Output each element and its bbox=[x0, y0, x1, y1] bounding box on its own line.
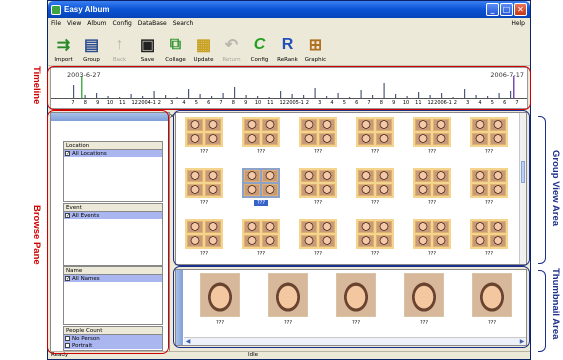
return-arrow-icon: ↶ bbox=[224, 37, 239, 54]
rerank-r-icon: R bbox=[281, 36, 294, 53]
minimize-button[interactable]: _ bbox=[486, 3, 499, 16]
app-icon bbox=[51, 4, 61, 15]
collage-icon: ⧉ bbox=[169, 36, 182, 53]
floppy-disk-icon: ▣ bbox=[139, 37, 156, 54]
config-button[interactable]: C Config bbox=[247, 36, 272, 63]
config-label: Config bbox=[250, 57, 269, 63]
menu-file[interactable]: File bbox=[51, 20, 61, 27]
import-label: Import bbox=[54, 57, 73, 63]
menu-help[interactable]: Help bbox=[511, 20, 525, 27]
timeline-annotation: Timeline bbox=[31, 66, 42, 105]
menu-view[interactable]: View bbox=[67, 20, 81, 27]
import-icon: ⇉ bbox=[56, 37, 71, 54]
update-button[interactable]: ▦ Update bbox=[191, 36, 216, 63]
title-bar[interactable]: Easy Album _ □ ✕ bbox=[48, 1, 530, 18]
close-button[interactable]: ✕ bbox=[514, 3, 527, 16]
back-button[interactable]: ↑ Back bbox=[107, 36, 132, 63]
group-button[interactable]: ▤ Group bbox=[79, 36, 104, 63]
group-icon: ▤ bbox=[83, 37, 100, 54]
thumbnail-highlight bbox=[173, 266, 530, 348]
group-label: Group bbox=[83, 57, 100, 63]
save-label: Save bbox=[140, 57, 155, 63]
save-button[interactable]: ▣ Save bbox=[135, 36, 160, 63]
up-arrow-icon: ↑ bbox=[115, 36, 124, 53]
back-label: Back bbox=[112, 57, 127, 63]
return-label: Return bbox=[222, 57, 241, 63]
group-view-highlight bbox=[173, 110, 530, 266]
group-view-annotation: Group View Area bbox=[550, 150, 561, 227]
graphic-icon: ⊞ bbox=[308, 37, 323, 54]
status-middle: Idle bbox=[248, 352, 259, 358]
toolbar: ⇉ Import ▤ Group ↑ Back ▣ Save ⧉ Collage… bbox=[48, 28, 530, 66]
return-button[interactable]: ↶ Return bbox=[219, 36, 244, 63]
thumbnail-bracket bbox=[538, 270, 546, 352]
menu-bar: File View Album Config DataBase Search H… bbox=[48, 18, 530, 28]
menu-album[interactable]: Album bbox=[87, 20, 106, 27]
graphic-button[interactable]: ⊞ Graphic bbox=[303, 36, 328, 63]
menu-config[interactable]: Config bbox=[113, 20, 132, 27]
update-label: Update bbox=[193, 57, 214, 63]
browse-pane-annotation: Browse Pane bbox=[31, 205, 42, 265]
window-title: Easy Album bbox=[64, 5, 110, 14]
group-view-bracket bbox=[538, 116, 546, 264]
rerank-label: ReRank bbox=[277, 57, 298, 63]
import-button[interactable]: ⇉ Import bbox=[51, 36, 76, 63]
collage-label: Collage bbox=[165, 57, 186, 63]
timeline-highlight bbox=[47, 66, 531, 110]
menu-search[interactable]: Search bbox=[173, 20, 194, 27]
maximize-button[interactable]: □ bbox=[500, 3, 513, 16]
update-icon: ▦ bbox=[195, 37, 212, 54]
graphic-label: Graphic bbox=[304, 57, 327, 63]
config-c-icon: C bbox=[253, 36, 266, 53]
browse-pane-highlight bbox=[47, 110, 169, 354]
thumbnail-annotation: Thumbnail Area bbox=[550, 268, 561, 340]
menu-database[interactable]: DataBase bbox=[138, 20, 167, 27]
collage-button[interactable]: ⧉ Collage bbox=[163, 36, 188, 63]
rerank-button[interactable]: R ReRank bbox=[275, 36, 300, 63]
